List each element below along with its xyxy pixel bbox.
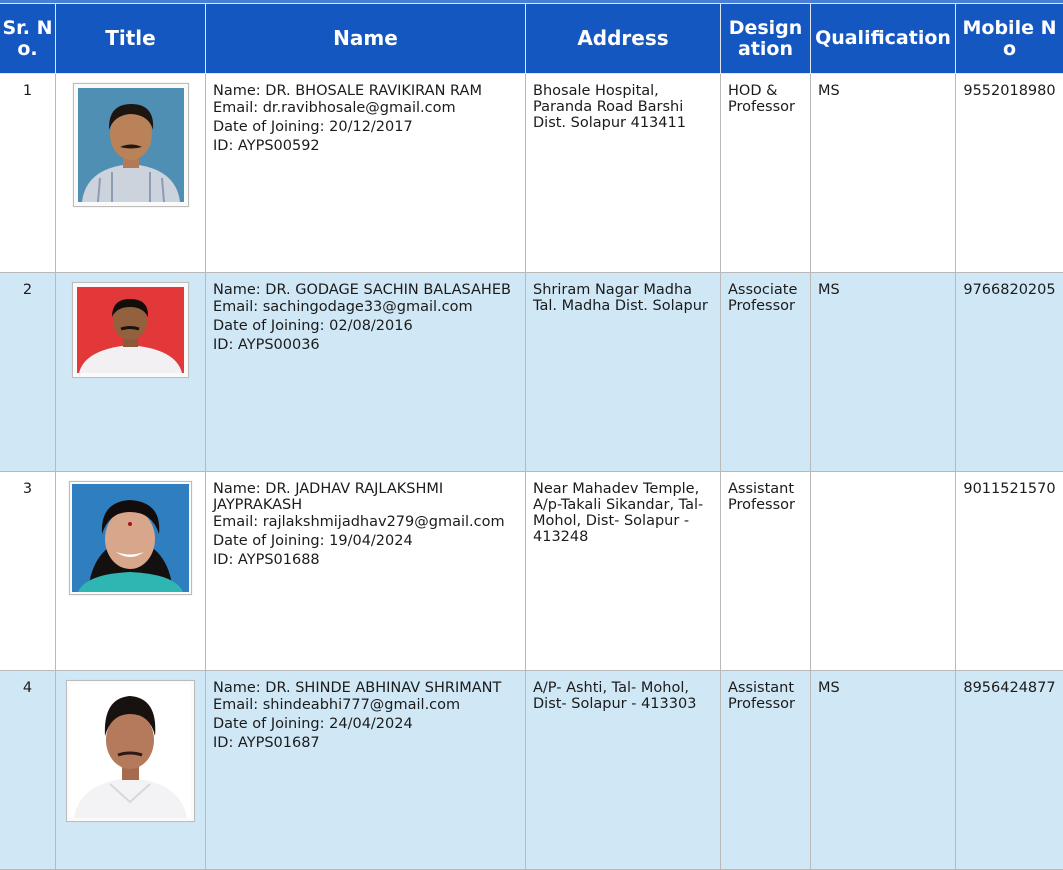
faculty-date-of-joining: Date of Joining: 02/08/2016	[213, 317, 518, 336]
mobile-cell: 8956424877	[956, 671, 1063, 870]
sr-no-cell: 2	[0, 273, 56, 472]
faculty-id: ID: AYPS00036	[213, 336, 518, 355]
table-header: Sr. No. Title Name Address Designation Q…	[0, 4, 1063, 74]
name-cell: Name: DR. SHINDE ABHINAV SHRIMANT Email:…	[206, 671, 526, 870]
address-cell: Shriram Nagar Madha Tal. Madha Dist. Sol…	[526, 273, 721, 472]
faculty-photo	[73, 83, 189, 207]
mobile-cell: 9552018980	[956, 74, 1063, 273]
mobile-cell: 9766820205	[956, 273, 1063, 472]
sr-no-cell: 3	[0, 472, 56, 671]
table-row: 4 Name: DR. SHINDE ABHINAV SHRIMANT	[0, 671, 1063, 870]
faculty-email: Email: shindeabhi777@gmail.com	[213, 696, 518, 715]
designation-cell: Assistant Professor	[721, 472, 811, 671]
address-cell: A/P- Ashti, Tal- Mohol, Dist- Solapur - …	[526, 671, 721, 870]
faculty-photo-image	[70, 684, 191, 818]
faculty-email: Email: sachingodage33@gmail.com	[213, 298, 518, 317]
name-cell: Name: DR. JADHAV RAJLAKSHMI JAYPRAKASH E…	[206, 472, 526, 671]
qualification-cell: MS	[811, 74, 956, 273]
header-designation: Designation	[721, 4, 811, 74]
photo-cell	[56, 74, 206, 273]
faculty-table: Sr. No. Title Name Address Designation Q…	[0, 3, 1063, 870]
faculty-photo-image	[72, 484, 189, 592]
faculty-id: ID: AYPS01687	[213, 734, 518, 753]
faculty-email: Email: rajlakshmijadhav279@gmail.com	[213, 513, 518, 532]
mobile-cell: 9011521570	[956, 472, 1063, 671]
address-cell: Near Mahadev Temple, A/p-Takali Sikandar…	[526, 472, 721, 671]
designation-cell: Associate Professor	[721, 273, 811, 472]
designation-cell: HOD & Professor	[721, 74, 811, 273]
table-body: 1 Name: DR. BHOSALE RAVIKIRAN RAM	[0, 74, 1063, 870]
address-cell: Bhosale Hospital, Paranda Road Barshi Di…	[526, 74, 721, 273]
sr-no-cell: 4	[0, 671, 56, 870]
header-address: Address	[526, 4, 721, 74]
table-row: 1 Name: DR. BHOSALE RAVIKIRAN RAM	[0, 74, 1063, 273]
faculty-name: Name: DR. JADHAV RAJLAKSHMI JAYPRAKASH	[213, 481, 518, 513]
qualification-cell	[811, 472, 956, 671]
faculty-photo	[69, 481, 192, 595]
header-sr-no: Sr. No.	[0, 4, 56, 74]
faculty-id: ID: AYPS00592	[213, 137, 518, 156]
faculty-photo	[66, 680, 195, 822]
name-cell: Name: DR. GODAGE SACHIN BALASAHEB Email:…	[206, 273, 526, 472]
photo-cell	[56, 273, 206, 472]
header-qualification: Qualification	[811, 4, 956, 74]
header-title: Title	[56, 4, 206, 74]
designation-cell: Assistant Professor	[721, 671, 811, 870]
faculty-email: Email: dr.ravibhosale@gmail.com	[213, 99, 518, 118]
photo-cell	[56, 472, 206, 671]
name-cell: Name: DR. BHOSALE RAVIKIRAN RAM Email: d…	[206, 74, 526, 273]
table-row: 2 Name: DR. GODAGE SACHIN BALASAHEB Emai…	[0, 273, 1063, 472]
qualification-cell: MS	[811, 671, 956, 870]
header-name: Name	[206, 4, 526, 74]
faculty-name: Name: DR. SHINDE ABHINAV SHRIMANT	[213, 680, 518, 696]
faculty-id: ID: AYPS01688	[213, 551, 518, 570]
faculty-photo-image	[77, 287, 184, 373]
faculty-name: Name: DR. GODAGE SACHIN BALASAHEB	[213, 282, 518, 298]
faculty-date-of-joining: Date of Joining: 20/12/2017	[213, 118, 518, 137]
faculty-photo-image	[78, 88, 184, 202]
faculty-date-of-joining: Date of Joining: 19/04/2024	[213, 532, 518, 551]
faculty-date-of-joining: Date of Joining: 24/04/2024	[213, 715, 518, 734]
faculty-name: Name: DR. BHOSALE RAVIKIRAN RAM	[213, 83, 518, 99]
faculty-photo	[72, 282, 189, 378]
sr-no-cell: 1	[0, 74, 56, 273]
header-row: Sr. No. Title Name Address Designation Q…	[0, 4, 1063, 74]
header-mobile-no: Mobile No	[956, 4, 1063, 74]
qualification-cell: MS	[811, 273, 956, 472]
table-row: 3 Name: DR. JADHAV RAJLAKSHMI JAYPRAKASH	[0, 472, 1063, 671]
photo-cell	[56, 671, 206, 870]
